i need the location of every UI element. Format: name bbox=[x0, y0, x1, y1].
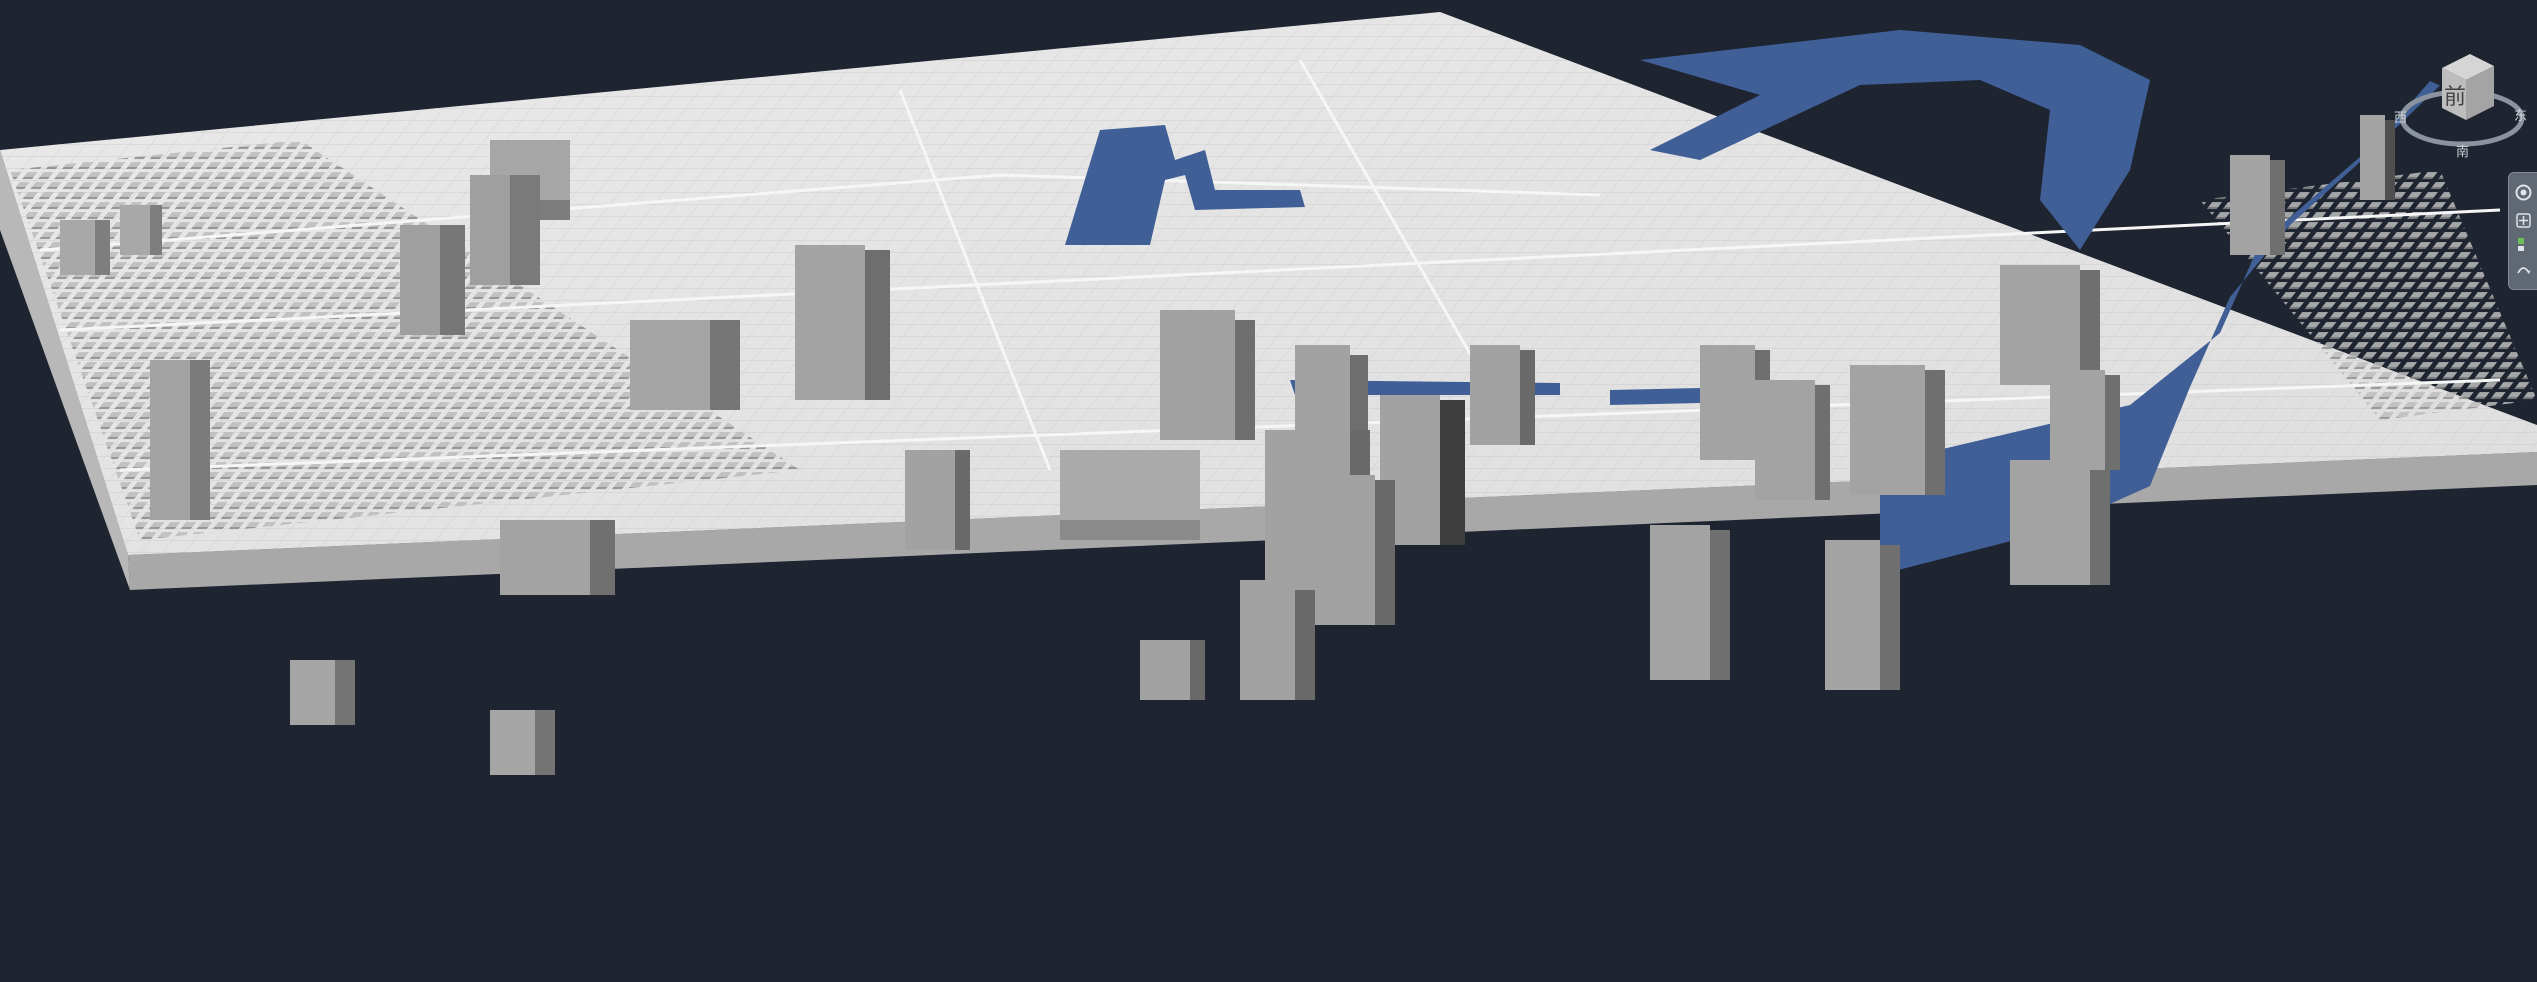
building bbox=[60, 220, 110, 275]
building bbox=[1315, 475, 1395, 625]
building bbox=[630, 320, 740, 410]
building bbox=[2230, 155, 2285, 255]
building bbox=[1060, 450, 1200, 540]
building bbox=[1240, 580, 1315, 700]
compass-west-label[interactable]: 西 bbox=[2394, 111, 2407, 126]
building bbox=[1160, 310, 1255, 440]
building bbox=[490, 710, 555, 775]
building bbox=[2010, 460, 2110, 585]
building bbox=[2000, 265, 2100, 385]
building bbox=[2050, 370, 2120, 470]
compass-east-label[interactable]: 东 bbox=[2514, 109, 2527, 124]
3d-viewport[interactable]: 前 西 东 南 bbox=[0, 0, 2537, 982]
building bbox=[290, 660, 355, 725]
building bbox=[470, 175, 540, 285]
building bbox=[500, 520, 615, 595]
building bbox=[400, 225, 465, 335]
building bbox=[1140, 640, 1205, 700]
building bbox=[150, 360, 210, 520]
building bbox=[1825, 540, 1900, 690]
city-model-scene[interactable] bbox=[0, 0, 2537, 982]
building bbox=[795, 245, 890, 400]
building bbox=[1650, 525, 1730, 680]
building bbox=[905, 450, 970, 550]
steering-wheel-icon[interactable] bbox=[2514, 183, 2533, 202]
compass-south-label[interactable]: 南 bbox=[2456, 144, 2469, 160]
building bbox=[1850, 365, 1945, 495]
pan-icon[interactable] bbox=[2514, 211, 2533, 230]
navigation-bar bbox=[2508, 172, 2537, 290]
viewcube[interactable]: 前 西 东 南 bbox=[2390, 40, 2530, 170]
orbit-icon[interactable] bbox=[2514, 261, 2533, 280]
building bbox=[1755, 380, 1830, 500]
building bbox=[120, 205, 162, 255]
viewcube-face-label[interactable]: 前 bbox=[2444, 85, 2466, 110]
building bbox=[1470, 345, 1535, 445]
zoom-icon[interactable] bbox=[2514, 235, 2533, 254]
